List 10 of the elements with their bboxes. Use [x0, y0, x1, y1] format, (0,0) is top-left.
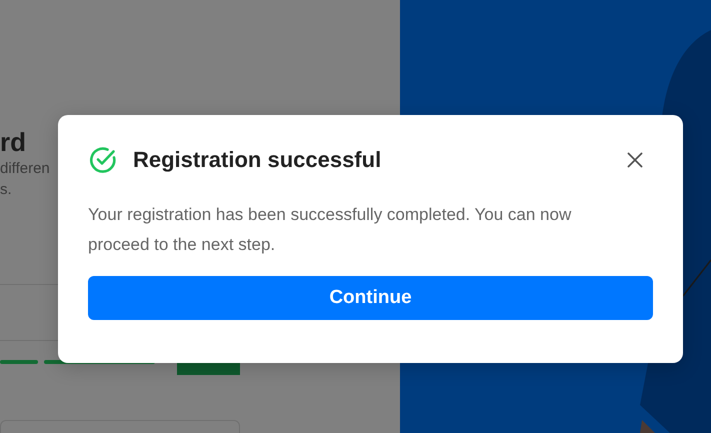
dialog-title: Registration successful [133, 147, 382, 173]
close-icon[interactable] [627, 152, 643, 168]
strength-segment [0, 360, 38, 364]
page-subtitle: differen [0, 159, 50, 179]
page-subtitle: s. [0, 180, 12, 200]
continue-button[interactable]: Continue [88, 276, 653, 320]
dialog-message: Your registration has been successfully completed. You can now proceed to the next step. [88, 204, 572, 256]
check-circle-icon [89, 146, 117, 174]
submit-button[interactable] [177, 362, 240, 375]
page-heading: rd [0, 126, 26, 158]
